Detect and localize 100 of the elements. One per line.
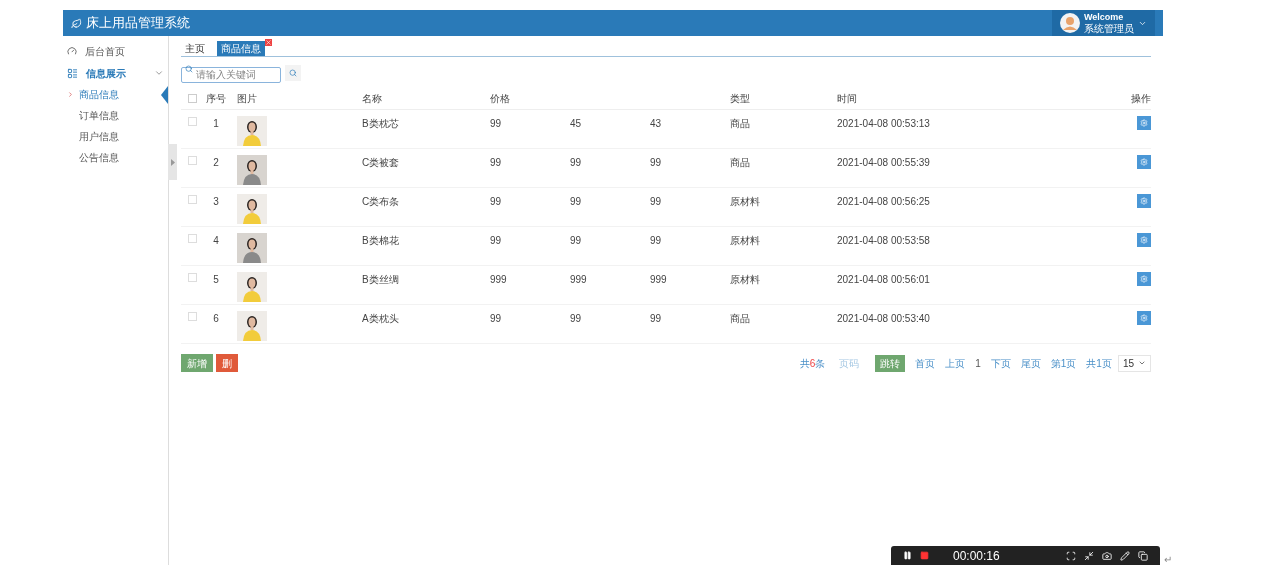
stop-icon[interactable] (920, 551, 929, 560)
column-header: 图片 (237, 93, 257, 104)
table-cell: 商品 (730, 313, 750, 324)
settings-icon (1140, 158, 1148, 166)
chevron-icon (1138, 359, 1146, 367)
welcome-text: Welcome (1084, 12, 1125, 23)
triangle-icon (170, 158, 175, 166)
sidebar-subitem[interactable]: 订单信息 (79, 108, 119, 123)
scan-icon[interactable] (1066, 550, 1076, 561)
leaf-icon (71, 17, 82, 29)
app-title: 床上用品管理系统 (86, 14, 190, 33)
sidebar-subitem[interactable]: 公告信息 (79, 150, 119, 165)
jump-button[interactable]: 跳转 (875, 354, 906, 372)
table-cell: 99 (490, 118, 502, 129)
table-cell: 99 (650, 196, 662, 207)
table-cell: 2021-04-08 00:55:39 (837, 157, 930, 168)
table-cell: 5 (213, 274, 219, 285)
delete-button[interactable]: 删 (216, 354, 238, 372)
first-page-link[interactable]: 首页 (915, 355, 936, 371)
table-cell: 99 (570, 313, 582, 324)
active-notch-icon (161, 85, 168, 104)
table-cell: 2021-04-08 00:56:25 (837, 196, 930, 207)
table-cell: 99 (490, 196, 502, 207)
table-cell: 4 (213, 235, 219, 246)
settings-button[interactable] (1137, 116, 1151, 130)
table-cell: 6 (213, 313, 219, 324)
page-size-select[interactable]: 15 (1117, 354, 1151, 372)
last-page-link[interactable]: 尾页 (1020, 355, 1041, 371)
table-cell: 1 (213, 118, 219, 129)
list-icon (67, 67, 78, 79)
settings-icon (1140, 119, 1148, 127)
select-all-checkbox[interactable] (187, 94, 197, 103)
total-count: 共6条 (799, 356, 826, 371)
table-cell: C类布条 (362, 196, 400, 207)
table-cell: 99 (570, 196, 582, 207)
sidebar-item[interactable]: 后台首页 (63, 40, 168, 62)
search-field[interactable]: 请输入关键词 (181, 66, 281, 83)
column-header: 序号 (206, 93, 226, 104)
sidebar-item[interactable]: 信息展示 (63, 62, 168, 84)
close-icon[interactable] (265, 39, 272, 46)
table-cell: 原材料 (730, 274, 760, 285)
tab[interactable]: 主页 (181, 41, 209, 56)
table-cell: 2 (213, 157, 219, 168)
column-header: 类型 (730, 93, 750, 104)
current-page: 1 (975, 356, 981, 371)
sidebar-subitem[interactable]: 用户信息 (79, 129, 119, 144)
row-checkbox[interactable] (187, 117, 197, 126)
add-button[interactable]: 新增 (181, 354, 213, 372)
column-header: 时间 (837, 93, 857, 104)
row-checkbox[interactable] (187, 273, 197, 282)
settings-button[interactable] (1137, 311, 1151, 325)
table-cell: 99 (490, 313, 502, 324)
settings-button[interactable] (1137, 233, 1151, 247)
dashboard-icon (67, 46, 77, 56)
paragraph-mark: ↵ (1164, 553, 1172, 567)
row-checkbox[interactable] (187, 234, 197, 243)
prev-page-link[interactable]: 上页 (945, 355, 966, 371)
settings-button[interactable] (1137, 155, 1151, 169)
table-cell: B类丝绸 (362, 274, 399, 285)
search-icon (289, 69, 297, 77)
table-cell: 43 (650, 118, 662, 129)
collapse-handle[interactable] (168, 144, 177, 180)
table-cell: 原材料 (730, 235, 760, 246)
table-cell: B类棉花 (362, 235, 399, 246)
table-cell: 99 (650, 313, 662, 324)
recording-time: 00:00:16 (953, 547, 1000, 565)
camera-icon[interactable] (1102, 550, 1112, 561)
table-cell: 2021-04-08 00:53:40 (837, 313, 930, 324)
user-name: 系统管理员 (1084, 23, 1134, 34)
column-header: 名称 (362, 93, 382, 104)
table-cell: 商品 (730, 118, 750, 129)
avatar-icon (1060, 13, 1080, 33)
page-count: 共1页 (1086, 356, 1112, 371)
settings-icon (1140, 236, 1148, 244)
search-button[interactable] (285, 65, 301, 81)
column-header: 操作 (1131, 93, 1151, 104)
row-checkbox[interactable] (187, 195, 197, 204)
pencil-icon[interactable] (1120, 550, 1130, 561)
page-input[interactable]: 页码 (835, 354, 876, 372)
sidebar-subitem[interactable]: 商品信息 (79, 87, 119, 102)
row-checkbox[interactable] (187, 156, 197, 165)
settings-button[interactable] (1137, 194, 1151, 208)
table-cell: 99 (490, 235, 502, 246)
row-checkbox[interactable] (187, 312, 197, 321)
table-cell: 999 (490, 274, 507, 285)
table-cell: A类枕头 (362, 313, 399, 324)
table-cell: 999 (650, 274, 667, 285)
table-cell: 商品 (730, 157, 750, 168)
page-indicator: 第1页 (1050, 356, 1077, 371)
tab[interactable]: 商品信息 (217, 41, 265, 56)
table-cell: C类被套 (362, 157, 400, 168)
settings-icon (1140, 275, 1148, 283)
settings-icon (1140, 314, 1148, 322)
table-cell: 99 (570, 235, 582, 246)
table-cell: 2021-04-08 00:53:58 (837, 235, 930, 246)
pause-icon[interactable] (903, 551, 912, 560)
next-page-link[interactable]: 下页 (990, 355, 1011, 371)
settings-button[interactable] (1137, 272, 1151, 286)
window-icon[interactable] (1138, 550, 1148, 561)
shrink-icon[interactable] (1084, 550, 1094, 561)
